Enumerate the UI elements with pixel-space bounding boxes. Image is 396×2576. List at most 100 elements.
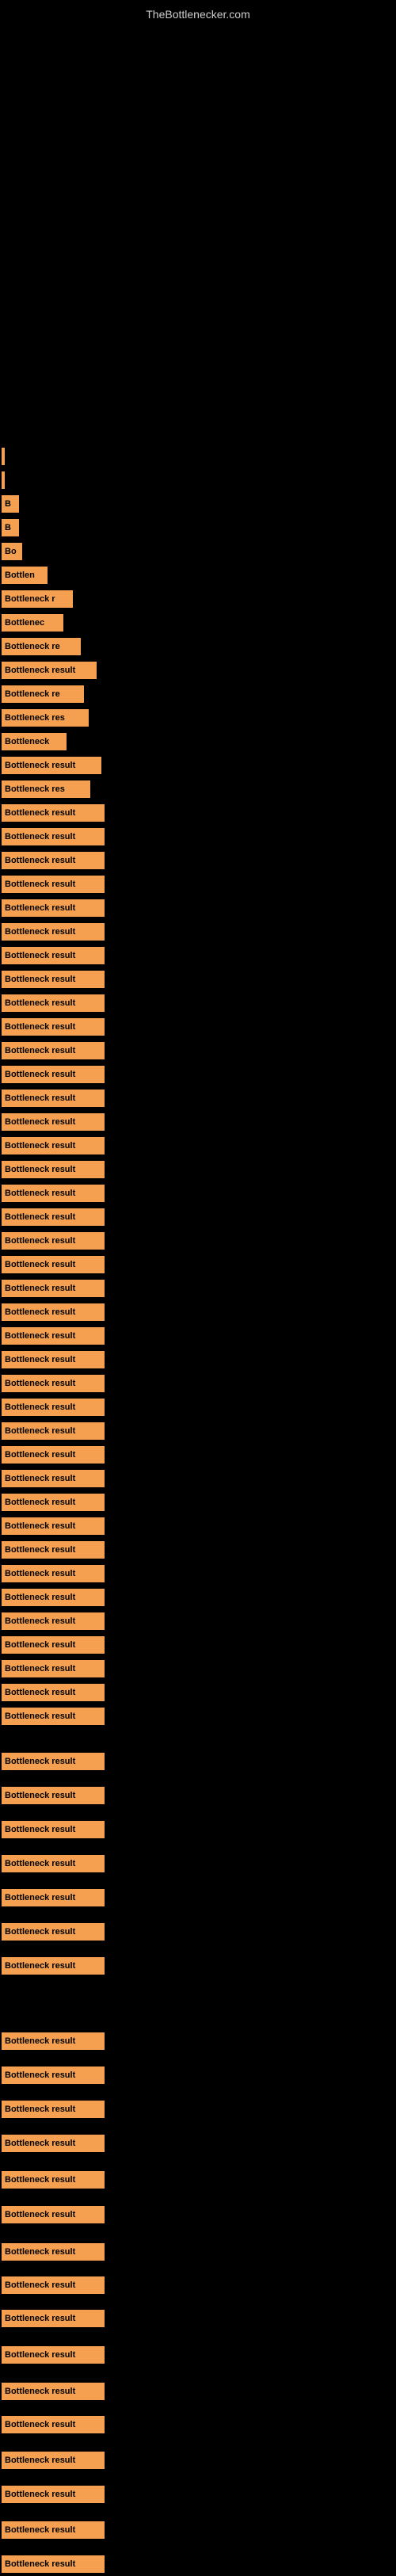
bottleneck-bar: Bottleneck result (2, 876, 105, 893)
bar-label: Bottleneck result (5, 998, 75, 1008)
bottleneck-bar: Bottleneck result (2, 1327, 105, 1345)
bottleneck-bar: Bottleneck result (2, 1708, 105, 1725)
bottleneck-bar: Bottleneck result (2, 1256, 105, 1273)
bar-row: Bottleneck result (2, 1348, 105, 1372)
bar-row: Bottleneck result (2, 1784, 105, 1807)
bar-row: Bottleneck result (2, 1657, 105, 1681)
bar-row: Bottleneck result (2, 1205, 105, 1229)
bar-label: Bottleneck result (5, 1961, 75, 1971)
bar-row: Bottleneck result (2, 2448, 105, 2472)
bar-label: Bottleneck result (5, 927, 75, 937)
bottleneck-bar: Bottleneck result (2, 923, 105, 941)
bar-label: Bottleneck result (5, 856, 75, 865)
bar-row: Bottleneck result (2, 1818, 105, 1841)
bar-label: Bottleneck result (5, 2350, 75, 2360)
bar-label: B (5, 523, 11, 532)
bottleneck-bar: Bottleneck result (2, 1232, 105, 1250)
bar-label: Bo (5, 547, 17, 556)
bar-row: Bottleneck result (2, 1467, 105, 1490)
bar-label: Bottleneck result (5, 1165, 75, 1174)
bar-row: Bottleneck result (2, 991, 105, 1015)
bar-label: Bottleneck result (5, 1022, 75, 1032)
bottleneck-bar: Bottleneck result (2, 1066, 105, 1083)
bar-label: Bottleneck result (5, 1426, 75, 1436)
bottleneck-bar: Bottleneck result (2, 1137, 105, 1154)
bottleneck-bar: Bottleneck result (2, 804, 105, 822)
bottleneck-bar: Bottleneck result (2, 2101, 105, 2118)
bar-row: Bottleneck result (2, 2063, 105, 2087)
bottleneck-bar: Bottleneck result (2, 2346, 105, 2364)
bar-row: Bottleneck result (2, 1920, 105, 1944)
bar-row: Bottleneck result (2, 2518, 105, 2542)
bar-row: Bottleneck result (2, 967, 105, 991)
bar-label: Bottlenec (5, 618, 44, 628)
bar-row: Bottleneck result (2, 1419, 105, 1443)
bottleneck-bar: Bottleneck result (2, 2310, 105, 2327)
bar-label: Bottleneck result (5, 1046, 75, 1055)
bottleneck-bar: Bottleneck (2, 733, 67, 750)
bar-label: Bottleneck result (5, 1757, 75, 1766)
bar-label: Bottleneck result (5, 2387, 75, 2396)
bar-row: Bottleneck result (2, 2343, 105, 2367)
bar-row: Bottleneck result (2, 2307, 105, 2330)
bottleneck-bar: Bottleneck result (2, 2486, 105, 2503)
bar-label: Bottleneck result (5, 1379, 75, 1388)
bar-row: Bottleneck result (2, 1609, 105, 1633)
bar-row: Bottleneck result (2, 2029, 105, 2053)
bar-label: Bottleneck result (5, 2490, 75, 2499)
bottleneck-bar: Bottleneck result (2, 2171, 105, 2189)
bar-row: Bottleneck result (2, 896, 105, 920)
bar-row: Bottleneck result (2, 1181, 105, 1205)
bar-label: Bottleneck result (5, 832, 75, 841)
bottleneck-bar: Bottleneck r (2, 590, 73, 608)
bar-row: Bottleneck result (2, 2483, 105, 2506)
bar-row: Bottleneck result (2, 1633, 105, 1657)
bottleneck-bar: Bottleneck result (2, 1889, 105, 1906)
bar-label: Bottleneck result (5, 951, 75, 960)
bar-row: Bo (2, 540, 22, 563)
bottleneck-bar: Bottleneck result (2, 1923, 105, 1941)
bottleneck-bar: Bottleneck result (2, 947, 105, 964)
bottleneck-bar: Bottleneck result (2, 1042, 105, 1059)
bottleneck-bar: Bottleneck result (2, 2383, 105, 2400)
bar-row: Bottleneck re (2, 635, 81, 658)
bottleneck-bar: Bottleneck result (2, 2135, 105, 2152)
bottleneck-bar: Bottleneck result (2, 1565, 105, 1582)
bar-label: Bottleneck result (5, 2070, 75, 2080)
bar-label: Bottleneck (5, 737, 49, 746)
bar-row: Bottleneck result (2, 2273, 105, 2297)
bottleneck-bar: Bottleneck res (2, 709, 89, 727)
bottleneck-bar: Bottleneck result (2, 1161, 105, 1178)
bar-label: Bottleneck result (5, 808, 75, 818)
bottleneck-bar: Bottleneck result (2, 1636, 105, 1654)
bottleneck-bar (2, 448, 5, 465)
bar-label: Bottleneck result (5, 1825, 75, 1834)
bar-label: Bottleneck result (5, 1640, 75, 1650)
bar-row: Bottleneck result (2, 1681, 105, 1704)
bar-label: Bottleneck result (5, 1117, 75, 1127)
bar-label: Bottleneck result (5, 1859, 75, 1868)
bar-row (2, 445, 5, 468)
bar-row: Bottleneck result (2, 1253, 105, 1277)
bar-label: Bottleneck result (5, 666, 75, 675)
bar-row: Bottleneck (2, 730, 67, 754)
bar-row: Bottleneck result (2, 2379, 105, 2403)
bottleneck-bar: Bottleneck result (2, 1589, 105, 1606)
bottleneck-bar: Bottleneck result (2, 2032, 105, 2050)
bottleneck-bar: Bottleneck result (2, 899, 105, 917)
bottleneck-bar: Bottleneck result (2, 662, 97, 679)
bar-row: Bottleneck result (2, 1586, 105, 1609)
bar-label: Bottleneck result (5, 975, 75, 984)
bar-label: Bottleneck result (5, 1893, 75, 1902)
bars-wrapper: BBBoBottlenBottleneck rBottlenecBottlene… (0, 25, 396, 2560)
bottleneck-bar: Bottleneck result (2, 1090, 105, 1107)
bottleneck-bar: Bottleneck result (2, 1280, 105, 1297)
bar-label: Bottleneck result (5, 1141, 75, 1151)
bottleneck-bar: Bottleneck result (2, 1753, 105, 1770)
bar-row: Bottleneck result (2, 944, 105, 967)
bar-label: Bottleneck result (5, 1498, 75, 1507)
bottleneck-bar: Bottleneck result (2, 2416, 105, 2433)
bottleneck-bar: Bottleneck re (2, 638, 81, 655)
bar-label: Bottleneck result (5, 2139, 75, 2148)
bottleneck-bar: Bottleneck result (2, 1470, 105, 1487)
